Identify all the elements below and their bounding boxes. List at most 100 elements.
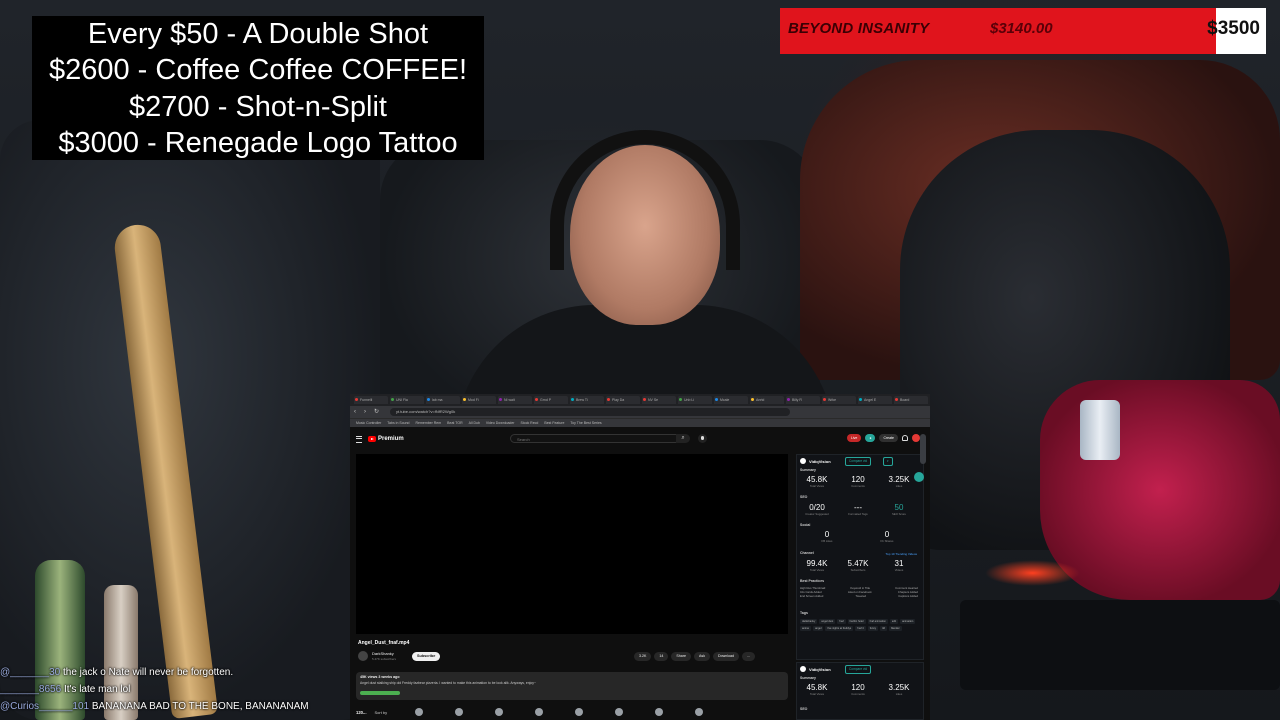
vidiq-toggle[interactable]: ● [865, 434, 876, 442]
video-player[interactable] [356, 454, 788, 634]
thumbnail[interactable] [495, 708, 504, 716]
browser-tab[interactable]: Mcale [714, 396, 748, 404]
seo-label: SEO [800, 707, 808, 711]
share-button[interactable]: Share [671, 652, 691, 661]
chat-username: @_______30 [0, 667, 61, 678]
bookmark-item[interactable]: All Dub [469, 421, 480, 425]
avatar[interactable] [912, 434, 920, 442]
chat-text: It's late man lol [63, 684, 131, 695]
browser-tab[interactable]: NV Se [642, 396, 676, 404]
channel-link[interactable]: Top 10 Trending Videos [886, 552, 917, 556]
create-button[interactable]: Create [879, 434, 898, 442]
tag-chip[interactable]: blender [888, 626, 902, 631]
stat-label: Formatted Tags [848, 512, 868, 516]
browser-tab[interactable]: Billy R [786, 396, 820, 404]
summary-label: Summary [800, 676, 816, 680]
hamburger-menu-icon[interactable] [356, 435, 362, 443]
thumbnail[interactable] [535, 708, 544, 716]
like-button[interactable]: 3.2K [634, 652, 652, 661]
browser-tab[interactable]: Grnd P [534, 396, 568, 404]
tag-chip[interactable]: funny [867, 626, 879, 631]
download-button[interactable]: Download [713, 652, 739, 661]
tag-chip[interactable]: hazbin hotel [847, 619, 866, 624]
browser-tab[interactable]: Wrke [822, 396, 856, 404]
browser-tab[interactable]: Anrtd [750, 396, 784, 404]
comments-header: 120... Sort by [356, 706, 788, 718]
thumbnail[interactable] [615, 708, 624, 716]
bookmark-item[interactable]: Toy The Best Series [570, 421, 601, 425]
forward-icon[interactable]: › [364, 409, 370, 415]
tag-chip[interactable]: animation [900, 619, 916, 624]
stat-label: Creator Suggested [805, 512, 829, 516]
stat-comments: 120 Comments [838, 475, 878, 488]
more-button[interactable]: ... [741, 652, 755, 661]
bell-icon[interactable] [902, 435, 908, 441]
tag-chip[interactable]: anime [800, 626, 812, 631]
subscribe-button[interactable]: Subscribe [412, 652, 441, 661]
live-button[interactable]: Live [846, 434, 862, 442]
bookmark-item[interactable]: Music Controller [356, 421, 381, 425]
browser-tab[interactable]: Unb Li [678, 396, 712, 404]
browser-tab[interactable]: Brew Ti [570, 396, 604, 404]
vidiq-floating-icon[interactable] [914, 472, 924, 482]
microphone-icon[interactable] [698, 434, 707, 443]
channel-name[interactable]: DarkShanky [372, 651, 394, 656]
ask-button[interactable]: Ask [694, 652, 710, 661]
dislike-button[interactable]: 14 [654, 652, 669, 661]
vidiq-header: VidiqVision [800, 666, 831, 672]
bookmark-item[interactable]: Tabs in Sound [387, 421, 409, 425]
bookmark-item[interactable]: Best Feature [544, 421, 564, 425]
stat-label: Total Views [809, 484, 825, 488]
bookmark-item[interactable]: Beat TOR [447, 421, 462, 425]
tag-chip[interactable]: fnaf animation [867, 619, 888, 624]
thumbnail[interactable] [575, 708, 584, 716]
browser-tab[interactable]: Angel E [858, 396, 892, 404]
browser-tab[interactable]: Play Da [606, 396, 640, 404]
stat-comments: 120 Comments [838, 683, 878, 696]
vidiq-menu-button[interactable]: ▾ [883, 457, 893, 466]
browser-tab[interactable]: lab ma [426, 396, 460, 404]
best-practice-item: Tweeted [855, 594, 867, 598]
tag-chip[interactable]: five nights at freddys [825, 626, 854, 631]
tag-chip[interactable]: 3d [880, 626, 887, 631]
search-button[interactable]: ⌕ [676, 434, 690, 443]
browser-tab[interactable]: NI wait [498, 396, 532, 404]
tag-chip[interactable]: edit [889, 619, 899, 624]
tag-chip[interactable]: angel dust [819, 619, 836, 624]
goal-line: $3000 - Renegade Logo Tattoo [58, 126, 458, 159]
tag-chip[interactable]: fnaf [837, 619, 846, 624]
bookmark-item[interactable]: Stock Recd [520, 421, 538, 425]
back-icon[interactable]: ‹ [354, 409, 360, 415]
tag-chip[interactable]: angel [813, 626, 824, 631]
tags-list: darkshanky angel dust fnaf hazbin hotel fnaf… [800, 619, 920, 631]
browser-tab[interactable]: Mod Fi [462, 396, 496, 404]
thumbnail[interactable] [655, 708, 664, 716]
tag-chip[interactable]: fnaf 4 [855, 626, 866, 631]
youtube-logo[interactable]: Premium [368, 436, 404, 442]
thumbnail[interactable] [455, 708, 464, 716]
bookmark-item[interactable]: Remember Rem [415, 421, 441, 425]
headset-icon [550, 130, 740, 270]
compare-button[interactable]: Compare vid [845, 665, 872, 674]
url-bar: ‹ › ↻ yt.tube.com/watch?v=fNfR2Wg0k [350, 406, 930, 418]
stat-label: Comments [851, 484, 865, 488]
search-input[interactable]: Search [510, 434, 680, 443]
browser-tab[interactable]: Board [894, 396, 928, 404]
vidiq-panel: VidiqVision Compare vid ▾ Summary 45.8K T… [796, 454, 924, 660]
bookmark-item[interactable]: Video Downloader [486, 421, 515, 425]
scrollbar[interactable] [920, 434, 926, 464]
reload-icon[interactable]: ↻ [374, 409, 380, 415]
tag-chip[interactable]: darkshanky [800, 619, 818, 624]
stat-label: Fb Shares [880, 539, 894, 543]
video-title: Angel_Dust_fnaf.mp4 [358, 640, 410, 646]
address-input[interactable]: yt.tube.com/watch?v=fNfR2Wg0k [390, 408, 790, 416]
thumbnail[interactable] [695, 708, 704, 716]
compare-button[interactable]: Compare vid [845, 457, 872, 466]
sort-button[interactable]: Sort by [374, 710, 387, 715]
browser-tab[interactable]: UNI Fla [390, 396, 424, 404]
browser-tab[interactable]: Funnelli [354, 396, 388, 404]
thumbnail[interactable] [415, 708, 424, 716]
channel-avatar[interactable] [358, 651, 368, 661]
video-description[interactable]: 45K views 3 weeks ago Angel dust stalkin… [356, 672, 788, 700]
browser-tab-bar: Funnelli UNI Fla lab ma Mod Fi NI wait Grnd P… [350, 394, 930, 406]
